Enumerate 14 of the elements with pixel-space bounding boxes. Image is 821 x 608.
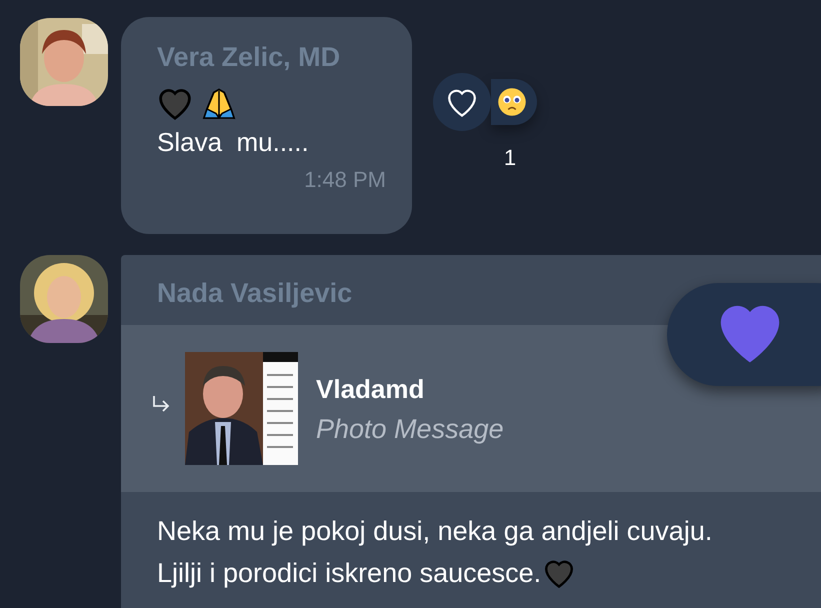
reaction-pill[interactable] (491, 79, 537, 125)
author-name: Vera Zelic, MD (157, 41, 342, 73)
reply-preview[interactable]: Vladamd Photo Message (121, 325, 821, 492)
reaction-button[interactable] (667, 283, 821, 386)
message-text: Ljilji i porodici iskreno saucesce. (157, 557, 542, 590)
reply-author: Vladamd (316, 372, 426, 406)
reaction-count: 1 (502, 145, 516, 171)
message-text: Neka mu je pokoj dusi, neka ga andjeli cuvaju. (157, 515, 714, 548)
author-name: Nada Vasiljevic (157, 277, 354, 309)
message-time: 1:48 PM (304, 167, 386, 193)
reply-caption: Photo Message (316, 412, 504, 446)
pleading-face-icon[interactable] (497, 87, 527, 117)
message-text: Slava mu..... (157, 126, 309, 159)
reply-arrow-icon (151, 394, 171, 414)
